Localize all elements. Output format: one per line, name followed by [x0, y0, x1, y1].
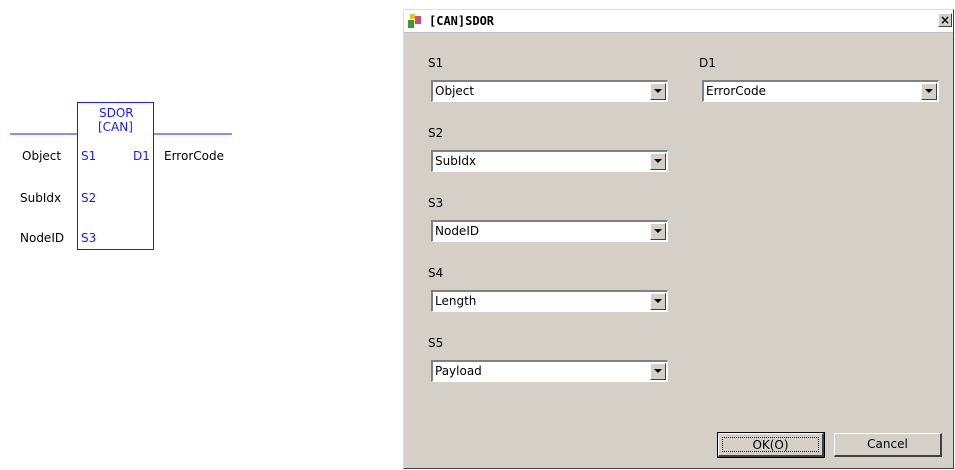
- chevron-down-icon[interactable]: [650, 223, 666, 240]
- output-operand-d1: ErrorCode: [164, 149, 224, 163]
- chevron-down-icon[interactable]: [650, 293, 666, 310]
- ladder-diagram: SDOR [CAN] Object S1 SubIdx S2 NodeID S3…: [0, 0, 400, 470]
- dialog-title: [CAN]SDOR: [429, 14, 495, 28]
- field-label-s2: S2: [428, 126, 444, 140]
- input-port-s3: S3: [81, 231, 97, 245]
- chevron-down-icon[interactable]: [650, 153, 666, 170]
- chevron-down-icon[interactable]: [650, 363, 666, 380]
- dialog-titlebar: [CAN]SDOR ×: [404, 10, 953, 33]
- close-button[interactable]: ×: [938, 13, 952, 27]
- field-label-d1: D1: [699, 56, 716, 70]
- input-operand-s3: NodeID: [20, 231, 65, 245]
- ok-button[interactable]: OK(O): [717, 432, 825, 458]
- field-label-s1: S1: [428, 56, 444, 70]
- combo-s1-value: Object: [435, 84, 475, 98]
- combo-d1[interactable]: ErrorCode: [702, 80, 939, 102]
- input-operand-s1: Object: [22, 149, 62, 163]
- ok-button-label: OK(O): [722, 437, 819, 452]
- output-port-d1: D1: [133, 149, 150, 163]
- cancel-button[interactable]: Cancel: [834, 433, 942, 457]
- combo-s4[interactable]: Length: [431, 290, 668, 312]
- field-label-s4: S4: [428, 266, 444, 280]
- input-port-s2: S2: [81, 191, 97, 205]
- combo-s2[interactable]: SubIdx: [431, 150, 668, 172]
- block-name: SDOR: [99, 106, 134, 120]
- combo-s4-value: Length: [435, 294, 477, 308]
- sdor-dialog: [CAN]SDOR × S1 Object S2 SubIdx S3 NodeI…: [403, 9, 954, 469]
- combo-s1[interactable]: Object: [431, 80, 668, 102]
- combo-s5[interactable]: Payload: [431, 360, 668, 382]
- combo-s2-value: SubIdx: [435, 154, 477, 168]
- input-port-s1: S1: [81, 149, 97, 163]
- block-subtitle: [CAN]: [98, 120, 133, 134]
- combo-s3[interactable]: NodeID: [431, 220, 668, 242]
- chevron-down-icon[interactable]: [650, 83, 666, 100]
- field-label-s3: S3: [428, 196, 444, 210]
- input-operand-s2: SubIdx: [20, 191, 62, 205]
- field-label-s5: S5: [428, 336, 444, 350]
- combo-s5-value: Payload: [435, 364, 482, 378]
- combo-s3-value: NodeID: [435, 224, 480, 238]
- chevron-down-icon[interactable]: [921, 83, 937, 100]
- app-icon: [408, 14, 421, 28]
- combo-d1-value: ErrorCode: [706, 84, 766, 98]
